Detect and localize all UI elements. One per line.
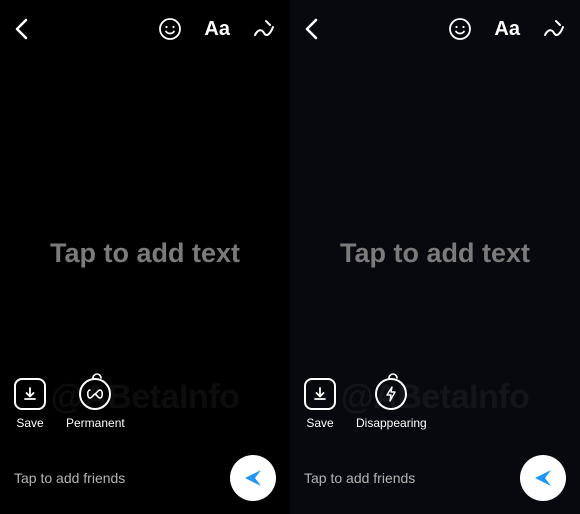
status-editor-left: Aa Tap to add text @ABetaInfo Save Pe	[0, 0, 290, 514]
download-icon	[304, 378, 336, 410]
smile-icon	[158, 17, 182, 41]
scribble-icon	[542, 17, 566, 41]
chevron-left-icon	[304, 18, 318, 40]
canvas-placeholder[interactable]: Tap to add text	[0, 238, 290, 269]
infinity-timer-icon	[79, 378, 111, 410]
save-button[interactable]: Save	[14, 378, 46, 430]
back-button[interactable]	[304, 18, 318, 40]
status-editor-right: Aa Tap to add text @ABetaInfo Save Di	[290, 0, 580, 514]
recipients-hint[interactable]: Tap to add friends	[304, 470, 415, 486]
save-label: Save	[16, 416, 43, 430]
mode-label: Disappearing	[356, 416, 427, 430]
top-bar: Aa	[290, 0, 580, 58]
bolt-timer-icon	[375, 378, 407, 410]
mode-button[interactable]: Permanent	[66, 378, 125, 430]
top-bar: Aa	[0, 0, 290, 58]
save-label: Save	[306, 416, 333, 430]
draw-button[interactable]	[252, 17, 276, 41]
bottom-bar: Tap to add friends	[290, 450, 580, 506]
mode-button[interactable]: Disappearing	[356, 378, 427, 430]
scribble-icon	[252, 17, 276, 41]
download-icon	[14, 378, 46, 410]
send-icon	[531, 466, 555, 490]
emoji-button[interactable]	[158, 17, 182, 41]
canvas-placeholder[interactable]: Tap to add text	[290, 238, 580, 269]
action-row: Save Disappearing	[290, 378, 580, 430]
save-button[interactable]: Save	[304, 378, 336, 430]
text-tool-button[interactable]: Aa	[494, 18, 520, 41]
back-button[interactable]	[14, 18, 28, 40]
send-button[interactable]	[520, 455, 566, 501]
send-icon	[241, 466, 265, 490]
action-row: Save Permanent	[0, 378, 290, 430]
draw-button[interactable]	[542, 17, 566, 41]
smile-icon	[448, 17, 472, 41]
send-button[interactable]	[230, 455, 276, 501]
emoji-button[interactable]	[448, 17, 472, 41]
chevron-left-icon	[14, 18, 28, 40]
mode-label: Permanent	[66, 416, 125, 430]
bottom-bar: Tap to add friends	[0, 450, 290, 506]
text-tool-button[interactable]: Aa	[204, 18, 230, 41]
recipients-hint[interactable]: Tap to add friends	[14, 470, 125, 486]
